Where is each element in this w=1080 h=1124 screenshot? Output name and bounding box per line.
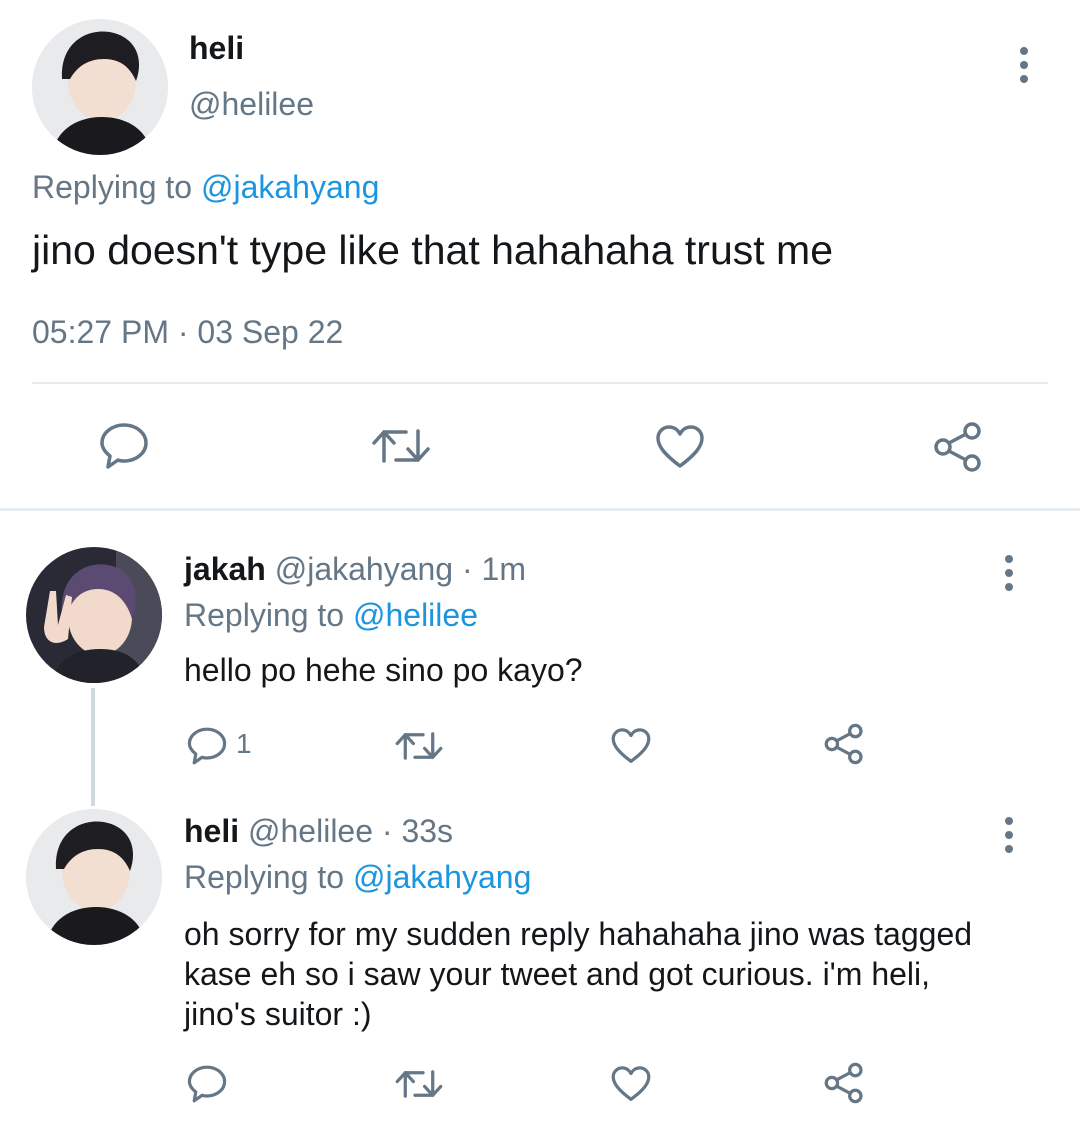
replying-to-handle[interactable]: @helilee bbox=[353, 597, 478, 633]
tweet-text: hello po hehe sino po kayo? bbox=[184, 652, 583, 688]
divider bbox=[32, 382, 1048, 384]
reply-header: jakah @jakahyang · 1m bbox=[184, 551, 526, 588]
like-icon[interactable] bbox=[654, 424, 706, 470]
display-name[interactable]: heli bbox=[189, 30, 244, 67]
tweet-text: jino doesn't type like that hahahaha tru… bbox=[32, 227, 834, 273]
reply-count: 1 bbox=[236, 728, 252, 759]
retweet-icon[interactable] bbox=[370, 425, 432, 467]
handle-and-time[interactable]: @jakahyang · 1m bbox=[275, 551, 526, 587]
retweet-icon[interactable] bbox=[394, 729, 444, 763]
share-icon[interactable] bbox=[823, 723, 865, 765]
replying-to-label: Replying to bbox=[32, 169, 193, 205]
more-options-icon[interactable] bbox=[1012, 47, 1036, 83]
like-icon[interactable] bbox=[610, 1065, 652, 1103]
reply-icon[interactable] bbox=[186, 1064, 228, 1104]
more-options-icon[interactable] bbox=[997, 817, 1021, 853]
handle-and-time[interactable]: @helilee · 33s bbox=[248, 813, 453, 849]
tweet-text-line: jino's suitor :) bbox=[184, 996, 372, 1032]
tweet-text: oh sorry for my sudden reply hahahaha ji… bbox=[184, 914, 972, 1034]
tweet-text-line: oh sorry for my sudden reply hahahaha ji… bbox=[184, 916, 973, 952]
replying-to-handle[interactable]: @jakahyang bbox=[353, 859, 531, 895]
section-divider bbox=[0, 508, 1080, 511]
more-options-icon[interactable] bbox=[997, 555, 1021, 591]
replying-to-handle[interactable]: @jakahyang bbox=[201, 169, 379, 205]
replying-to: Replying to @jakahyang bbox=[32, 169, 379, 206]
replying-to: Replying to @helilee bbox=[184, 597, 478, 634]
handle[interactable]: @helilee bbox=[189, 86, 314, 123]
replying-to-label: Replying to bbox=[184, 859, 345, 895]
display-name[interactable]: jakah bbox=[184, 551, 266, 587]
share-icon[interactable] bbox=[932, 421, 984, 473]
avatar-heli[interactable] bbox=[32, 19, 168, 155]
replying-to-label: Replying to bbox=[184, 597, 345, 633]
reply-icon[interactable] bbox=[98, 421, 150, 471]
tweet-text-line: kase eh so i saw your tweet and got curi… bbox=[184, 956, 931, 992]
tweet-timestamp: 05:27 PM · 03 Sep 22 bbox=[32, 314, 344, 350]
share-icon[interactable] bbox=[823, 1062, 865, 1104]
thread-line bbox=[91, 688, 95, 806]
replying-to: Replying to @jakahyang bbox=[184, 859, 531, 896]
reply-icon[interactable] bbox=[186, 726, 228, 766]
display-name[interactable]: heli bbox=[184, 813, 239, 849]
like-icon[interactable] bbox=[610, 727, 652, 765]
retweet-icon[interactable] bbox=[394, 1067, 444, 1101]
avatar-heli[interactable] bbox=[26, 809, 162, 945]
avatar-jakah[interactable] bbox=[26, 547, 162, 683]
reply-header: heli @helilee · 33s bbox=[184, 813, 453, 850]
